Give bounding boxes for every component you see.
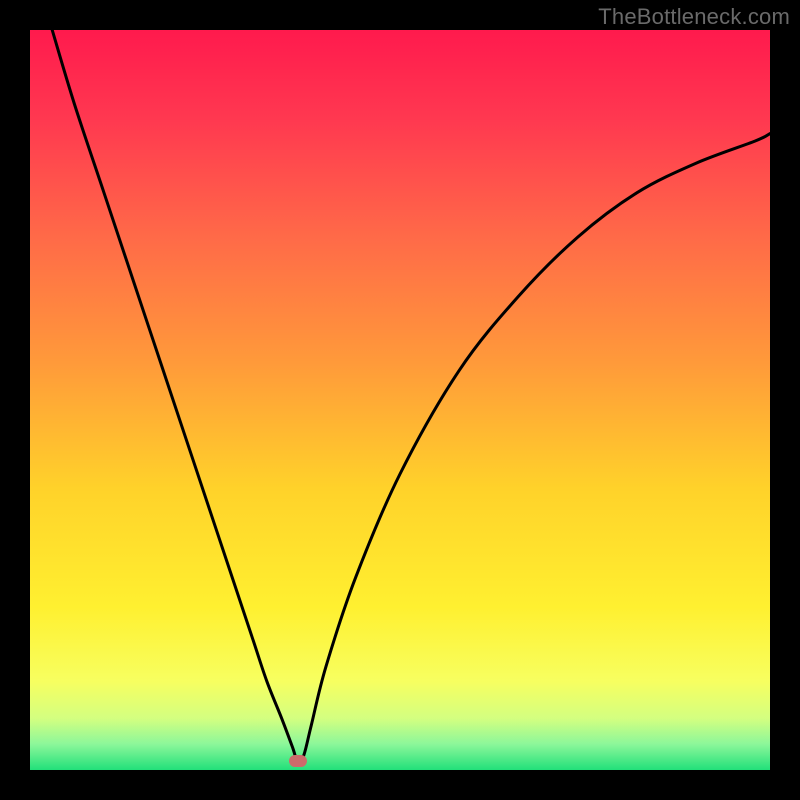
bottleneck-curve — [30, 30, 770, 770]
chart-frame: TheBottleneck.com — [0, 0, 800, 800]
watermark-text: TheBottleneck.com — [598, 4, 790, 30]
plot-area — [30, 30, 770, 770]
optimal-point-marker — [289, 755, 307, 767]
